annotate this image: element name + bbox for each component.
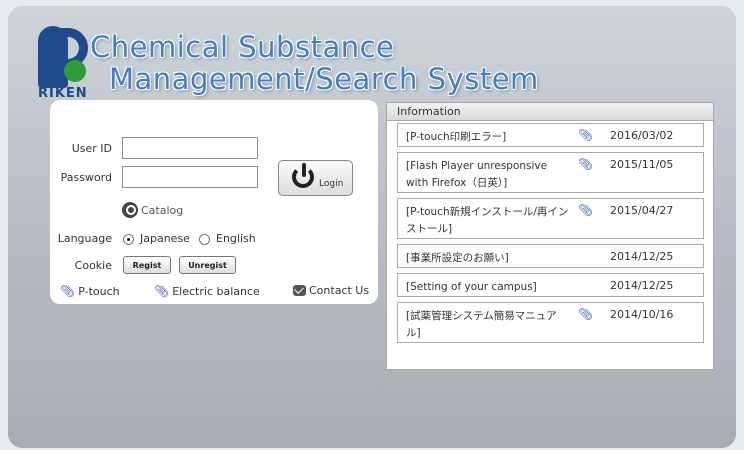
catalog-link[interactable]: Catalog bbox=[122, 202, 183, 218]
contact-us-link-label: Contact Us bbox=[309, 284, 370, 297]
language-radio-japanese[interactable] bbox=[123, 234, 134, 245]
info-item-date: 2015/11/05 bbox=[610, 158, 674, 171]
info-item-title: [事業所設定のお願い] bbox=[406, 252, 509, 264]
login-panel: User ID Password Login Catalog Language … bbox=[50, 100, 378, 304]
info-item-title: [Setting of your campus] bbox=[406, 281, 537, 293]
info-item[interactable]: [P-touch印刷エラー] 📎︎ 2016/03/02 bbox=[397, 123, 704, 147]
envelope-icon bbox=[293, 285, 306, 296]
info-item-date: 2015/04/27 bbox=[610, 204, 674, 217]
language-option-english: English bbox=[216, 232, 256, 245]
information-header: Information bbox=[387, 103, 713, 121]
language-option-japanese: Japanese bbox=[140, 232, 190, 245]
regist-button[interactable]: Regist bbox=[123, 256, 171, 274]
paperclip-icon: 📎︎ bbox=[578, 203, 594, 217]
info-item-title: [P-touch印刷エラー] bbox=[406, 131, 507, 143]
paperclip-icon: 📎︎ bbox=[578, 128, 594, 142]
electric-balance-link-label: Electric balance bbox=[172, 284, 260, 298]
page-frame: RIKEN Chemical Substance Management/Sear… bbox=[8, 6, 736, 448]
info-item[interactable]: [Flash Player unresponsive with Firefox（… bbox=[397, 152, 704, 193]
info-item-title: [試薬管理システム簡易マニュアル] bbox=[406, 310, 557, 339]
magnifier-icon bbox=[122, 202, 138, 218]
electric-balance-link[interactable]: 📎︎ Electric balance bbox=[154, 284, 260, 298]
logo-text: RIKEN bbox=[38, 86, 88, 101]
login-button[interactable]: Login bbox=[278, 160, 353, 196]
password-label: Password bbox=[60, 171, 112, 184]
paperclip-icon: 📎︎ bbox=[578, 307, 594, 321]
contact-us-link[interactable]: Contact Us bbox=[293, 284, 369, 297]
paperclip-icon: 📎︎ bbox=[578, 157, 594, 171]
info-item-date: 2014/12/25 bbox=[610, 250, 674, 263]
info-item-date: 2016/03/02 bbox=[610, 129, 674, 142]
info-item-date: 2014/12/25 bbox=[610, 279, 674, 292]
info-item-title: [P-touch新規インストール/再インストール] bbox=[406, 206, 569, 235]
password-input[interactable] bbox=[122, 166, 258, 188]
page-title-line2: Management/Search System bbox=[109, 62, 539, 96]
cookie-label: Cookie bbox=[74, 259, 112, 272]
paperclip-icon: 📎︎ bbox=[60, 284, 76, 298]
ptouch-link[interactable]: 📎︎ P-touch bbox=[60, 284, 120, 298]
page-title-line1: Chemical Substance bbox=[90, 30, 395, 64]
paperclip-icon: 📎︎ bbox=[154, 284, 170, 298]
info-item[interactable]: [P-touch新規インストール/再インストール] 📎︎ 2015/04/27 bbox=[397, 198, 704, 239]
info-item-date: 2014/10/16 bbox=[610, 308, 674, 321]
language-label: Language bbox=[57, 232, 112, 245]
login-label: Login bbox=[319, 179, 344, 189]
info-item-title: [Flash Player unresponsive with Firefox（… bbox=[406, 160, 548, 189]
language-radio-english[interactable] bbox=[199, 234, 210, 245]
catalog-label: Catalog bbox=[141, 203, 184, 217]
info-item[interactable]: [試薬管理システム簡易マニュアル] 📎︎ 2014/10/16 bbox=[397, 302, 704, 343]
info-item[interactable]: [Setting of your campus] 2014/12/25 bbox=[397, 273, 704, 297]
user-id-label: User ID bbox=[71, 142, 112, 155]
info-item[interactable]: [事業所設定のお願い] 2014/12/25 bbox=[397, 244, 704, 268]
user-id-input[interactable] bbox=[122, 137, 258, 159]
riken-logo: RIKEN bbox=[38, 26, 96, 102]
unregist-button[interactable]: Unregist bbox=[179, 256, 236, 274]
ptouch-link-label: P-touch bbox=[78, 284, 120, 298]
information-panel: Information [P-touch印刷エラー] 📎︎ 2016/03/02 [F… bbox=[386, 102, 714, 370]
